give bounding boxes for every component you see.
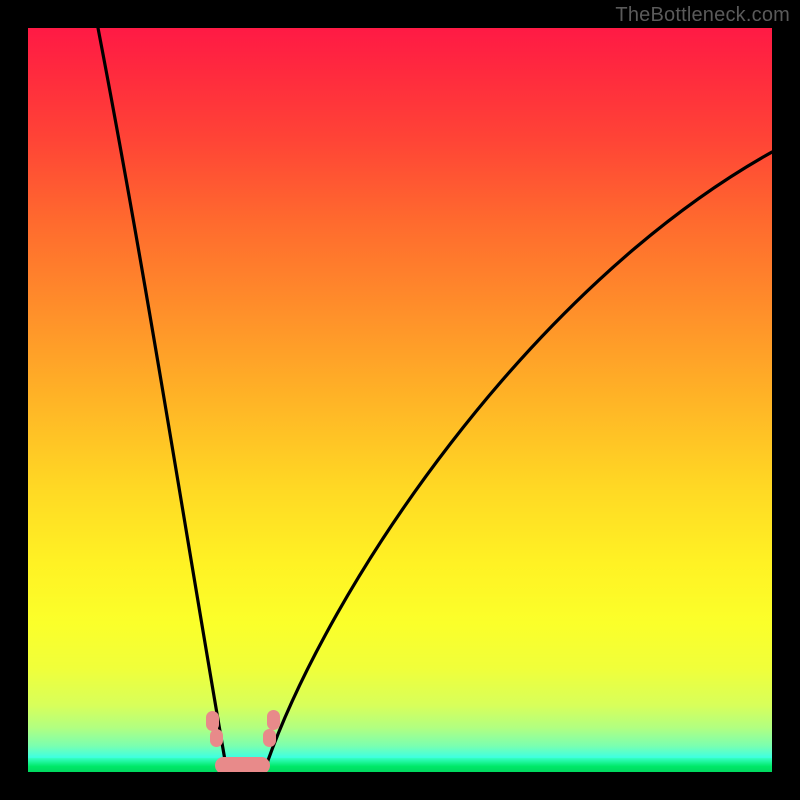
plot-area [28,28,772,772]
attribution-label: TheBottleneck.com [615,4,790,27]
green-optimal-band [28,758,772,772]
heat-gradient-background [28,28,772,772]
outer-frame: TheBottleneck.com [0,0,800,800]
